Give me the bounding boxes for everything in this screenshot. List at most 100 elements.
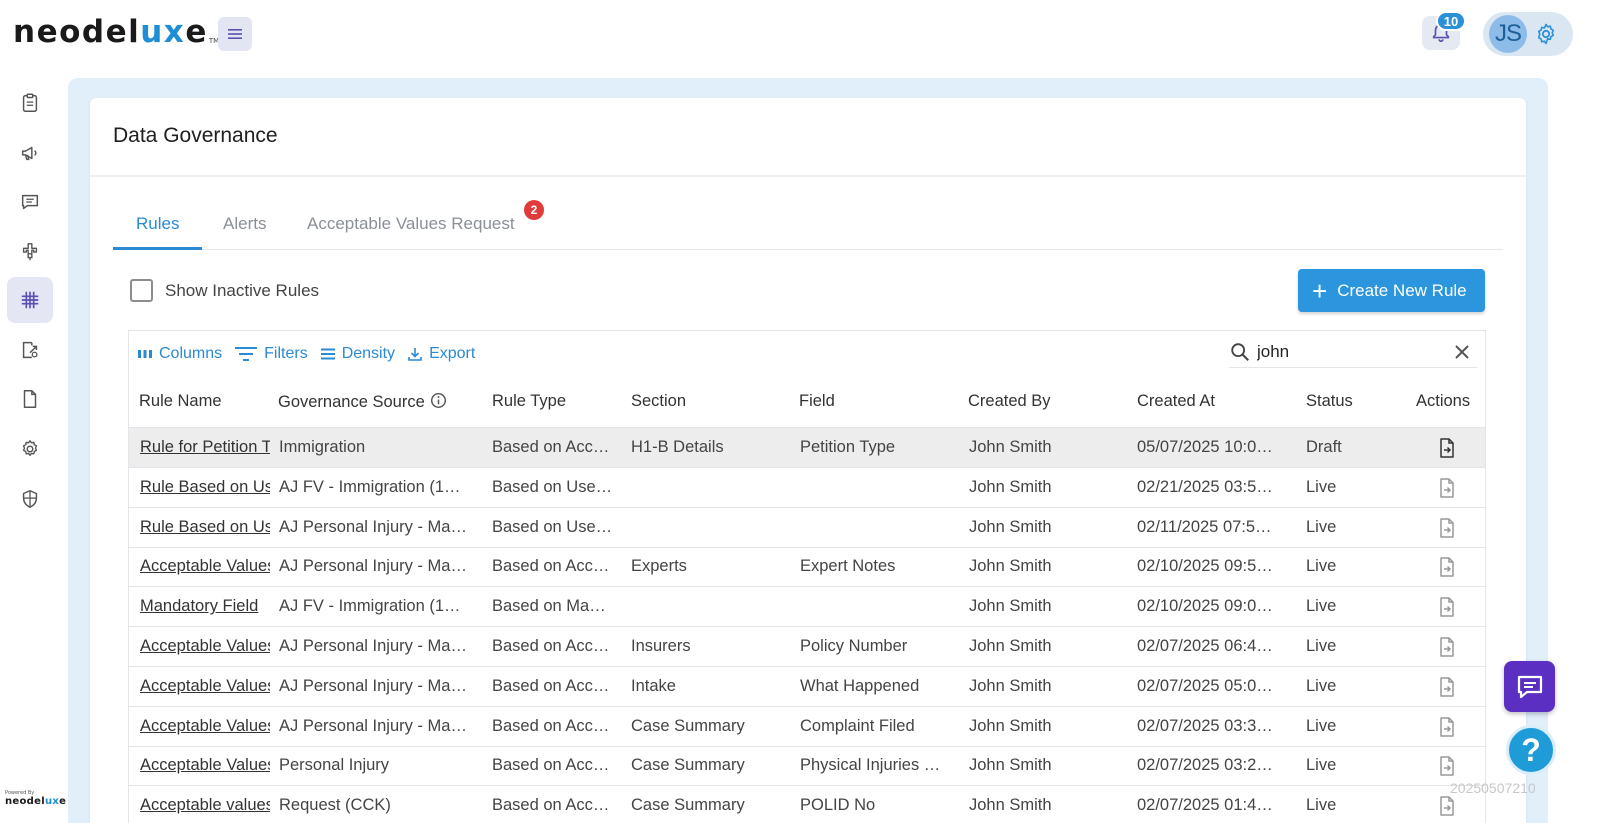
sidebar-item-data-governance[interactable]	[7, 277, 53, 323]
settings-icon	[22, 440, 38, 457]
col-created-at[interactable]: Created At	[1137, 392, 1215, 411]
density-label: Density	[341, 345, 396, 362]
sidebar-item-clipboard[interactable]	[7, 80, 53, 126]
table-cell: 02/07/2025 06:4…	[1137, 637, 1273, 655]
table-row[interactable]: Acceptable values Request (CCK) Based on A…	[129, 786, 1485, 823]
table-cell: H1-B Details	[631, 438, 724, 456]
sidebar	[0, 80, 60, 823]
table-row[interactable]: Acceptable Values AJ Personal Injury - Ma…	[129, 667, 1485, 707]
density-icon	[320, 348, 335, 360]
show-inactive-label: Show Inactive Rules	[165, 281, 320, 300]
table-cell: Based on Acc…	[492, 676, 610, 695]
rule-name-link[interactable]: Rule for Petition Type	[140, 438, 270, 457]
grid-hash-icon	[21, 291, 39, 309]
sidebar-item-announcements[interactable]	[7, 130, 53, 176]
export-label: Export	[429, 345, 476, 362]
table-cell: Expert Notes	[800, 557, 896, 576]
rule-name-link[interactable]: Acceptable Values	[140, 557, 270, 576]
table-cell: AJ Personal Injury - Ma…	[279, 517, 467, 536]
open-rule-icon[interactable]	[1437, 517, 1457, 539]
table-cell: Case Summary	[631, 756, 745, 775]
table-cell: What Happened	[800, 676, 920, 695]
table-row[interactable]: Acceptable Values AJ Personal Injury - Ma…	[129, 707, 1485, 747]
table-cell: AJ Personal Injury - Ma…	[279, 637, 467, 655]
tab-rules[interactable]: Rules	[136, 214, 179, 234]
show-inactive-checkbox[interactable]	[130, 279, 153, 302]
col-rule-type[interactable]: Rule Type	[492, 392, 566, 411]
table-row[interactable]: Rule for Petition Type Immigration Based o…	[129, 428, 1485, 468]
tab-alerts[interactable]: Alerts	[223, 214, 266, 234]
col-created-by[interactable]: Created By	[968, 392, 1051, 411]
megaphone-icon	[21, 146, 37, 161]
density-button[interactable]: Density	[320, 345, 395, 363]
open-rule-icon[interactable]	[1437, 716, 1457, 738]
page-title: Data Governance	[113, 124, 278, 147]
col-rule-name[interactable]: Rule Name	[139, 392, 222, 411]
rule-name-link[interactable]: Acceptable Values	[140, 756, 270, 775]
sidebar-item-integrations[interactable]	[7, 229, 53, 275]
open-rule-icon[interactable]	[1437, 556, 1457, 578]
col-section[interactable]: Section	[631, 392, 686, 411]
shield-icon	[22, 490, 38, 508]
open-rule-icon[interactable]	[1437, 596, 1457, 618]
col-field[interactable]: Field	[799, 392, 835, 411]
table-cell: John Smith	[969, 796, 1052, 815]
table-cell: Based on Acc…	[492, 438, 610, 456]
table-cell: John Smith	[969, 597, 1052, 616]
sidebar-item-settings[interactable]	[7, 426, 53, 472]
filters-button[interactable]: Filters	[234, 345, 308, 363]
col-status[interactable]: Status	[1306, 392, 1353, 411]
header-divider	[90, 175, 1526, 177]
table-cell: Live	[1306, 477, 1337, 496]
table-cell: John Smith	[969, 716, 1052, 735]
rule-name-link[interactable]: Mandatory Field	[140, 597, 270, 616]
table-row[interactable]: Acceptable Values AJ Personal Injury - Ma…	[129, 547, 1485, 588]
table-cell: Physical Injuries …	[800, 756, 941, 775]
sidebar-item-shared-docs[interactable]	[7, 327, 53, 373]
open-rule-icon[interactable]	[1437, 636, 1457, 658]
active-tab-indicator	[113, 247, 202, 250]
table-row[interactable]: Acceptable Values Personal Injury Based on…	[129, 746, 1485, 787]
open-rule-icon[interactable]	[1437, 755, 1457, 777]
help-button[interactable]: ?	[1506, 725, 1556, 775]
request-count-badge: 2	[524, 200, 544, 220]
open-rule-icon[interactable]	[1437, 477, 1457, 499]
brand-logo[interactable]: neodeluxeTM	[13, 14, 219, 50]
table-row[interactable]: Mandatory Field AJ FV - Immigration (1… Ba…	[129, 587, 1485, 628]
export-button[interactable]: Export	[407, 345, 475, 363]
table-row[interactable]: Rule Based on User AJ FV - Immigration (1…	[129, 468, 1485, 508]
avatar[interactable]: JS	[1489, 15, 1527, 53]
col-governance-source[interactable]: Governance Source	[278, 392, 447, 412]
open-rule-icon[interactable]	[1437, 676, 1457, 698]
table-cell: Policy Number	[800, 637, 908, 655]
open-rule-icon[interactable]	[1437, 795, 1457, 817]
tab-acceptable-values-request[interactable]: Acceptable Values Request	[307, 214, 515, 234]
table-cell: Based on Use…	[492, 477, 613, 496]
create-new-rule-button[interactable]: + Create New Rule	[1298, 269, 1485, 312]
powered-by-logo: Powered By neodeluxe	[5, 790, 67, 807]
info-icon[interactable]	[430, 392, 447, 409]
menu-toggle-button[interactable]	[218, 17, 252, 51]
rule-name-link[interactable]: Rule Based on User	[140, 518, 270, 537]
rule-name-link[interactable]: Acceptable Values	[140, 677, 270, 696]
table-cell: John Smith	[969, 557, 1052, 576]
sidebar-item-documents[interactable]	[7, 376, 53, 422]
table-cell: Based on Acc…	[492, 756, 610, 775]
rule-name-link[interactable]: Acceptable Values	[140, 717, 270, 736]
sidebar-item-security[interactable]	[7, 476, 53, 522]
table-row[interactable]: Acceptable Values AJ Personal Injury - Ma…	[129, 627, 1485, 667]
chat-button[interactable]	[1504, 661, 1555, 712]
table-header: Rule Name Governance Source Rule Type Se…	[129, 380, 1485, 428]
search-input[interactable]	[1257, 340, 1437, 364]
table-cell: John Smith	[969, 438, 1052, 456]
settings-gear-icon[interactable]	[1534, 22, 1558, 46]
close-icon[interactable]	[1453, 343, 1471, 361]
rule-name-link[interactable]: Acceptable values	[140, 796, 270, 815]
rule-name-link[interactable]: Rule Based on User	[140, 478, 270, 497]
table-row[interactable]: Rule Based on User AJ Personal Injury - M…	[129, 508, 1485, 548]
rule-name-link[interactable]: Acceptable Values	[140, 637, 270, 656]
sidebar-item-messages[interactable]	[7, 179, 53, 225]
table-cell: Live	[1306, 517, 1337, 536]
columns-button[interactable]: Columns	[137, 345, 222, 363]
open-rule-icon[interactable]	[1437, 437, 1457, 459]
